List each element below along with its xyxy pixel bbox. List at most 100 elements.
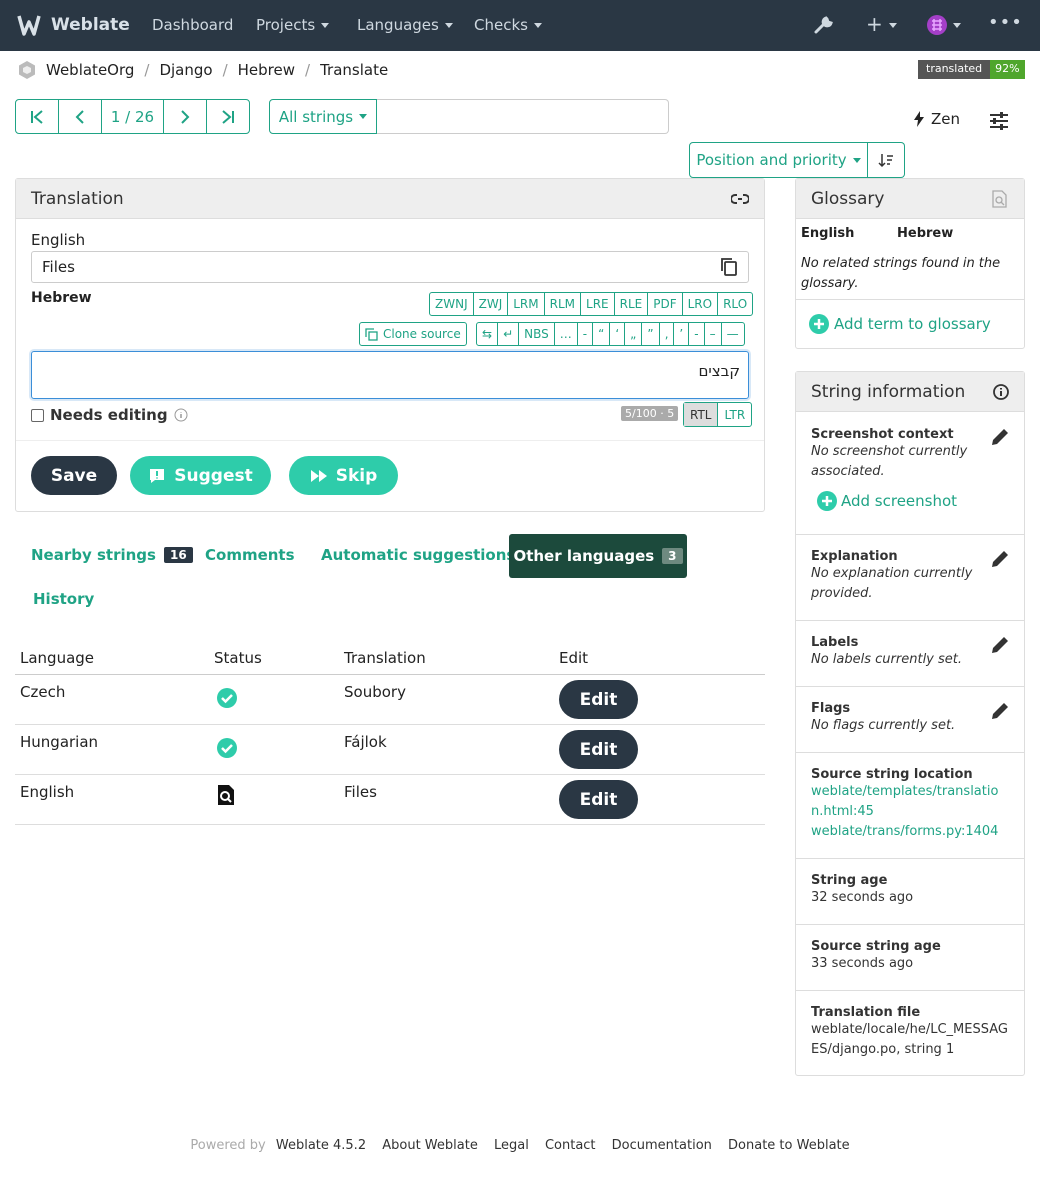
footer-link[interactable]: Legal xyxy=(494,1138,529,1153)
previous-button[interactable] xyxy=(59,100,102,133)
ltr-button[interactable]: LTR xyxy=(718,403,751,426)
pencil-icon[interactable] xyxy=(990,701,1010,721)
more-menu-icon[interactable]: ••• xyxy=(988,14,1023,32)
last-button[interactable] xyxy=(207,100,249,133)
insert-lrm-button[interactable]: LRM xyxy=(508,293,545,315)
string-information-panel: String information Screenshot context No… xyxy=(795,371,1025,1076)
user-menu[interactable] xyxy=(927,15,961,35)
insert-ellipsis-button[interactable]: … xyxy=(555,323,578,345)
tab-automatic-suggestions[interactable]: Automatic suggestions xyxy=(321,546,515,564)
add-menu[interactable]: + xyxy=(866,14,897,34)
insert-rsquo-button[interactable]: ’ xyxy=(674,323,690,345)
rtl-button[interactable]: RTL xyxy=(684,403,719,426)
footer-link[interactable]: Contact xyxy=(545,1138,596,1153)
insert-rlo-button[interactable]: RLO xyxy=(718,293,752,315)
footer-version-link[interactable]: Weblate 4.5.2 xyxy=(276,1138,366,1153)
insert-ldquo-button[interactable]: “ xyxy=(593,323,611,345)
sliders-icon[interactable] xyxy=(988,110,1010,132)
breadcrumb-component[interactable]: Django xyxy=(159,61,212,79)
edit-button[interactable]: Edit xyxy=(559,730,638,769)
sort-dropdown[interactable]: Position and priority xyxy=(689,142,868,178)
insert-rlm-button[interactable]: RLM xyxy=(545,293,582,315)
link-icon[interactable] xyxy=(731,190,749,208)
search-input[interactable] xyxy=(377,99,669,134)
search-group: All strings xyxy=(269,99,669,134)
breadcrumb-separator: / xyxy=(222,61,228,79)
footer-link[interactable]: About Weblate xyxy=(382,1138,478,1153)
brand-name: Weblate xyxy=(51,15,130,35)
breadcrumb-language[interactable]: Hebrew xyxy=(238,61,295,79)
pencil-icon[interactable] xyxy=(990,635,1010,655)
nav-projects[interactable]: Projects xyxy=(256,16,330,34)
insert-nbsp-button[interactable]: NBS xyxy=(519,323,555,345)
insert-tab-button[interactable]: ⇆ xyxy=(477,323,499,345)
insert-minus-button[interactable]: - xyxy=(689,323,705,345)
clone-source-button[interactable]: Clone source xyxy=(359,322,467,346)
footer-link[interactable]: Documentation xyxy=(612,1138,712,1153)
insert-zwj-button[interactable]: ZWJ xyxy=(474,293,509,315)
position-indicator: 1 / 26 xyxy=(102,100,164,133)
suggest-button[interactable]: Suggest xyxy=(130,456,271,495)
insert-rle-button[interactable]: RLE xyxy=(615,293,649,315)
needs-editing-checkbox[interactable]: Needs editing xyxy=(31,406,188,424)
suggest-label: Suggest xyxy=(174,465,253,486)
next-button[interactable] xyxy=(164,100,207,133)
translation-file-section: Translation file weblate/locale/he/LC_ME… xyxy=(796,991,1024,1075)
translated-badge[interactable]: translated 92% xyxy=(918,60,1025,79)
add-screenshot-button[interactable]: Add screenshot xyxy=(817,491,957,511)
glossary-col-target: Hebrew xyxy=(897,226,954,241)
footer-link[interactable]: Donate to Weblate xyxy=(728,1138,850,1153)
breadcrumb-project[interactable]: WeblateOrg xyxy=(46,61,134,79)
skip-button[interactable]: Skip xyxy=(289,456,398,495)
table-row: English Files Edit xyxy=(15,775,765,825)
nav-checks[interactable]: Checks xyxy=(474,16,542,34)
nav-languages[interactable]: Languages xyxy=(357,16,453,34)
powered-by-label: Powered by xyxy=(190,1138,266,1153)
target-language-label: Hebrew xyxy=(31,290,92,306)
chevron-down-icon xyxy=(444,23,453,28)
table-row: Czech Soubory Edit xyxy=(15,675,765,725)
source-location-link[interactable]: weblate/templates/translation.html:45 xyxy=(811,782,1009,822)
zen-label: Zen xyxy=(931,110,961,128)
filter-dropdown[interactable]: All strings xyxy=(269,99,377,134)
edit-button[interactable]: Edit xyxy=(559,680,638,719)
insert-newline-button[interactable]: ↵ xyxy=(498,323,520,345)
breadcrumb-current: Translate xyxy=(320,61,389,79)
sort-direction-button[interactable] xyxy=(868,142,905,178)
insert-lro-button[interactable]: LRO xyxy=(683,293,719,315)
explanation-section: Explanation No explanation currently pro… xyxy=(796,535,1024,621)
checkbox[interactable] xyxy=(31,408,44,422)
source-location-link[interactable]: weblate/trans/forms.py:1404 xyxy=(811,822,1009,842)
insert-pdf-button[interactable]: PDF xyxy=(648,293,683,315)
insert-emdash-button[interactable]: — xyxy=(722,323,744,345)
pencil-icon[interactable] xyxy=(990,549,1010,569)
insert-bdquo-button[interactable]: „ xyxy=(625,323,643,345)
translation-textarea[interactable]: קבצים xyxy=(31,351,749,399)
nav-dashboard[interactable]: Dashboard xyxy=(152,16,233,34)
insert-zwnj-button[interactable]: ZWNJ xyxy=(430,293,474,315)
wrench-icon[interactable] xyxy=(813,14,835,36)
add-term-button[interactable]: Add term to glossary xyxy=(809,314,991,334)
source-language-label: English xyxy=(31,231,86,249)
insert-sbquo-button[interactable]: ‚ xyxy=(660,323,675,345)
copy-icon[interactable] xyxy=(720,257,738,277)
zen-button[interactable]: Zen xyxy=(913,110,960,128)
insert-lsquo-button[interactable]: ‘ xyxy=(610,323,626,345)
insert-hyphen-button[interactable]: ‑ xyxy=(578,323,594,345)
insert-rdquo-button[interactable]: ” xyxy=(642,323,660,345)
glossary-search-icon[interactable] xyxy=(991,189,1009,208)
tab-other-languages[interactable]: Other languages 3 xyxy=(509,534,687,578)
save-button[interactable]: Save xyxy=(31,456,117,495)
info-icon[interactable] xyxy=(993,383,1009,400)
last-page-icon xyxy=(222,109,234,124)
tab-history[interactable]: History xyxy=(33,590,94,608)
tab-comments[interactable]: Comments xyxy=(205,546,295,564)
insert-endash-button[interactable]: – xyxy=(705,323,722,345)
insert-lre-button[interactable]: LRE xyxy=(581,293,615,315)
tab-nearby-strings[interactable]: Nearby strings 16 xyxy=(31,546,193,564)
pencil-icon[interactable] xyxy=(990,427,1010,447)
edit-button[interactable]: Edit xyxy=(559,780,638,819)
brand[interactable]: Weblate xyxy=(15,12,130,38)
table-row: Hungarian Fájlok Edit xyxy=(15,725,765,775)
first-button[interactable] xyxy=(16,100,59,133)
